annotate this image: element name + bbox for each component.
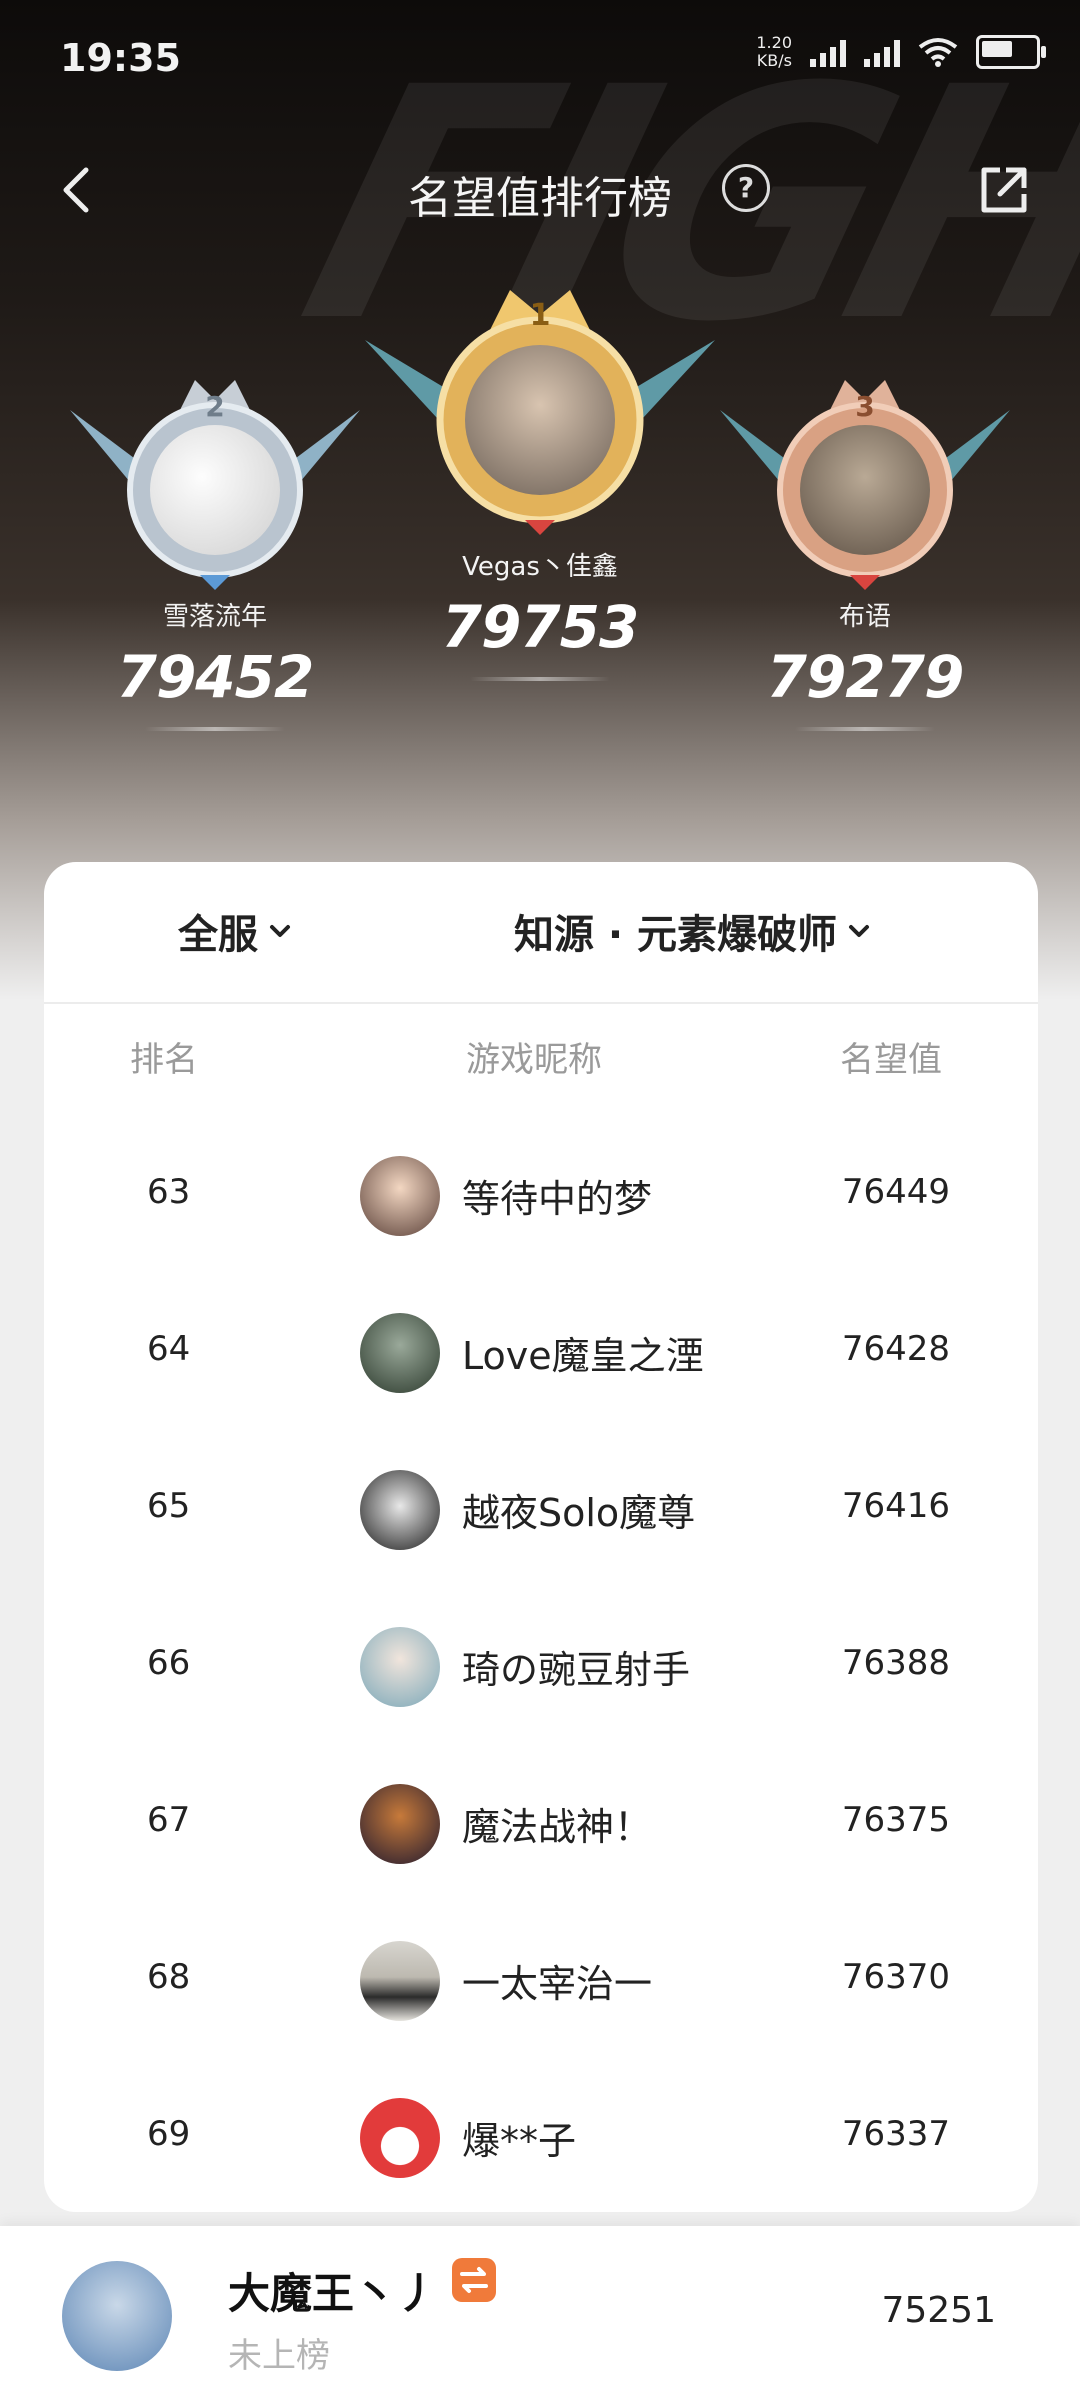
row-name: 爆**子 <box>462 2119 577 2163</box>
swap-badge-icon <box>452 2258 496 2302</box>
row-rank: 67 <box>147 1800 191 1840</box>
podium-name: 布语 <box>838 602 891 632</box>
row-name: 越夜Solo魔尊 <box>462 1491 696 1535</box>
ranking-list: 63 等待中的梦 76449 64 Love魔皇之湮 76428 65 越夜So… <box>44 1132 1038 2231</box>
avatar <box>150 425 280 555</box>
podium-third[interactable]: 3 布语 79279 <box>720 370 1010 731</box>
chevron-down-icon <box>270 925 290 937</box>
row-rank: 63 <box>147 1172 191 1212</box>
my-avatar <box>62 2261 172 2371</box>
share-icon[interactable] <box>972 158 1036 222</box>
row-name: Love魔皇之湮 <box>462 1334 704 1378</box>
chevron-down-icon <box>849 925 870 937</box>
filter-bar: 全服 知源 · 元素爆破师 <box>44 862 1038 1004</box>
header-nickname: 游戏昵称 <box>466 1040 602 1080</box>
leaderboard-card: 全服 知源 · 元素爆破师 排名 游戏昵称 名望值 63 等待中的梦 76449… <box>44 862 1038 2212</box>
podium-score: 79452 <box>116 643 315 711</box>
gold-medal: 1 <box>365 280 715 540</box>
podium-first[interactable]: 1 Vegas丶佳鑫 79753 <box>365 280 715 681</box>
server-filter[interactable]: 全服 <box>178 902 292 960</box>
table-header: 排名 游戏昵称 名望值 <box>44 1032 1038 1092</box>
table-row[interactable]: 63 等待中的梦 76449 <box>44 1132 1038 1289</box>
table-row[interactable]: 64 Love魔皇之湮 76428 <box>44 1289 1038 1446</box>
row-name: 等待中的梦 <box>462 1177 653 1221</box>
avatar <box>360 1156 440 1236</box>
row-rank: 64 <box>147 1329 191 1369</box>
row-score: 76428 <box>841 1329 950 1369</box>
hero-header: FIGH 19:35 1.20 KB/s 名望值排行榜 ? 2 雪落流年 794… <box>0 0 1080 1000</box>
my-rank-bar[interactable]: 大魔王丶丿 未上榜 75251 <box>0 2226 1080 2400</box>
row-score: 76388 <box>841 1643 950 1683</box>
hd-signal-icon <box>864 37 900 67</box>
row-score: 76370 <box>841 1957 950 1997</box>
network-speed: 1.20 KB/s <box>756 33 792 70</box>
avatar <box>360 1470 440 1550</box>
avatar <box>360 1627 440 1707</box>
server-filter-label: 全服 <box>178 912 258 958</box>
avatar <box>360 1941 440 2021</box>
row-score: 76449 <box>841 1172 950 1212</box>
rank-number: 3 <box>855 390 875 423</box>
help-icon[interactable]: ? <box>722 164 770 212</box>
rank-number: 1 <box>529 298 551 333</box>
podium-second[interactable]: 2 雪落流年 79452 <box>70 370 360 731</box>
row-score: 76375 <box>841 1800 950 1840</box>
table-row[interactable]: 68 一太宰治一 76370 <box>44 1917 1038 2074</box>
rank-number: 2 <box>205 390 225 423</box>
my-status: 未上榜 <box>228 2336 330 2376</box>
table-row[interactable]: 66 琦の豌豆射手 76388 <box>44 1603 1038 1760</box>
status-icons: 1.20 KB/s <box>756 33 1046 70</box>
row-score: 76337 <box>841 2114 950 2154</box>
signal-icon <box>810 37 846 67</box>
table-row[interactable]: 67 魔法战神！ 76375 <box>44 1760 1038 1917</box>
avatar <box>800 425 930 555</box>
avatar <box>360 1313 440 1393</box>
podium-score: 79753 <box>441 593 640 661</box>
divider <box>795 727 935 731</box>
avatar <box>360 2098 440 2178</box>
table-row[interactable]: 65 越夜Solo魔尊 76416 <box>44 1446 1038 1603</box>
wifi-icon <box>918 38 958 67</box>
row-rank: 65 <box>147 1486 191 1526</box>
divider <box>470 677 610 681</box>
row-score: 76416 <box>841 1486 950 1526</box>
status-bar: 19:35 1.20 KB/s <box>0 0 1080 110</box>
divider <box>145 727 285 731</box>
row-rank: 69 <box>147 2114 191 2154</box>
row-name: 一太宰治一 <box>462 1962 653 2006</box>
row-name: 魔法战神！ <box>462 1805 653 1849</box>
avatar <box>465 345 615 495</box>
status-time: 19:35 <box>60 36 181 80</box>
class-filter[interactable]: 知源 · 元素爆破师 <box>514 902 871 960</box>
header-rank: 排名 <box>130 1040 198 1080</box>
battery-icon <box>976 35 1046 69</box>
row-rank: 68 <box>147 1957 191 1997</box>
header-score: 名望值 <box>840 1040 942 1080</box>
top-nav: 名望值排行榜 ? <box>0 140 1080 240</box>
podium-score: 79279 <box>766 643 965 711</box>
row-rank: 66 <box>147 1643 191 1683</box>
my-score: 75251 <box>881 2290 996 2331</box>
my-name: 大魔王丶丿 <box>228 2269 439 2318</box>
page-title: 名望值排行榜 <box>408 173 672 224</box>
bronze-medal: 3 <box>720 370 1010 590</box>
avatar <box>360 1784 440 1864</box>
silver-medal: 2 <box>70 370 360 590</box>
podium-name: 雪落流年 <box>162 602 267 632</box>
podium-name: Vegas丶佳鑫 <box>462 552 618 582</box>
class-filter-label: 知源 · 元素爆破师 <box>514 912 838 958</box>
row-name: 琦の豌豆射手 <box>462 1648 691 1692</box>
table-row[interactable]: 69 爆**子 76337 <box>44 2074 1038 2231</box>
